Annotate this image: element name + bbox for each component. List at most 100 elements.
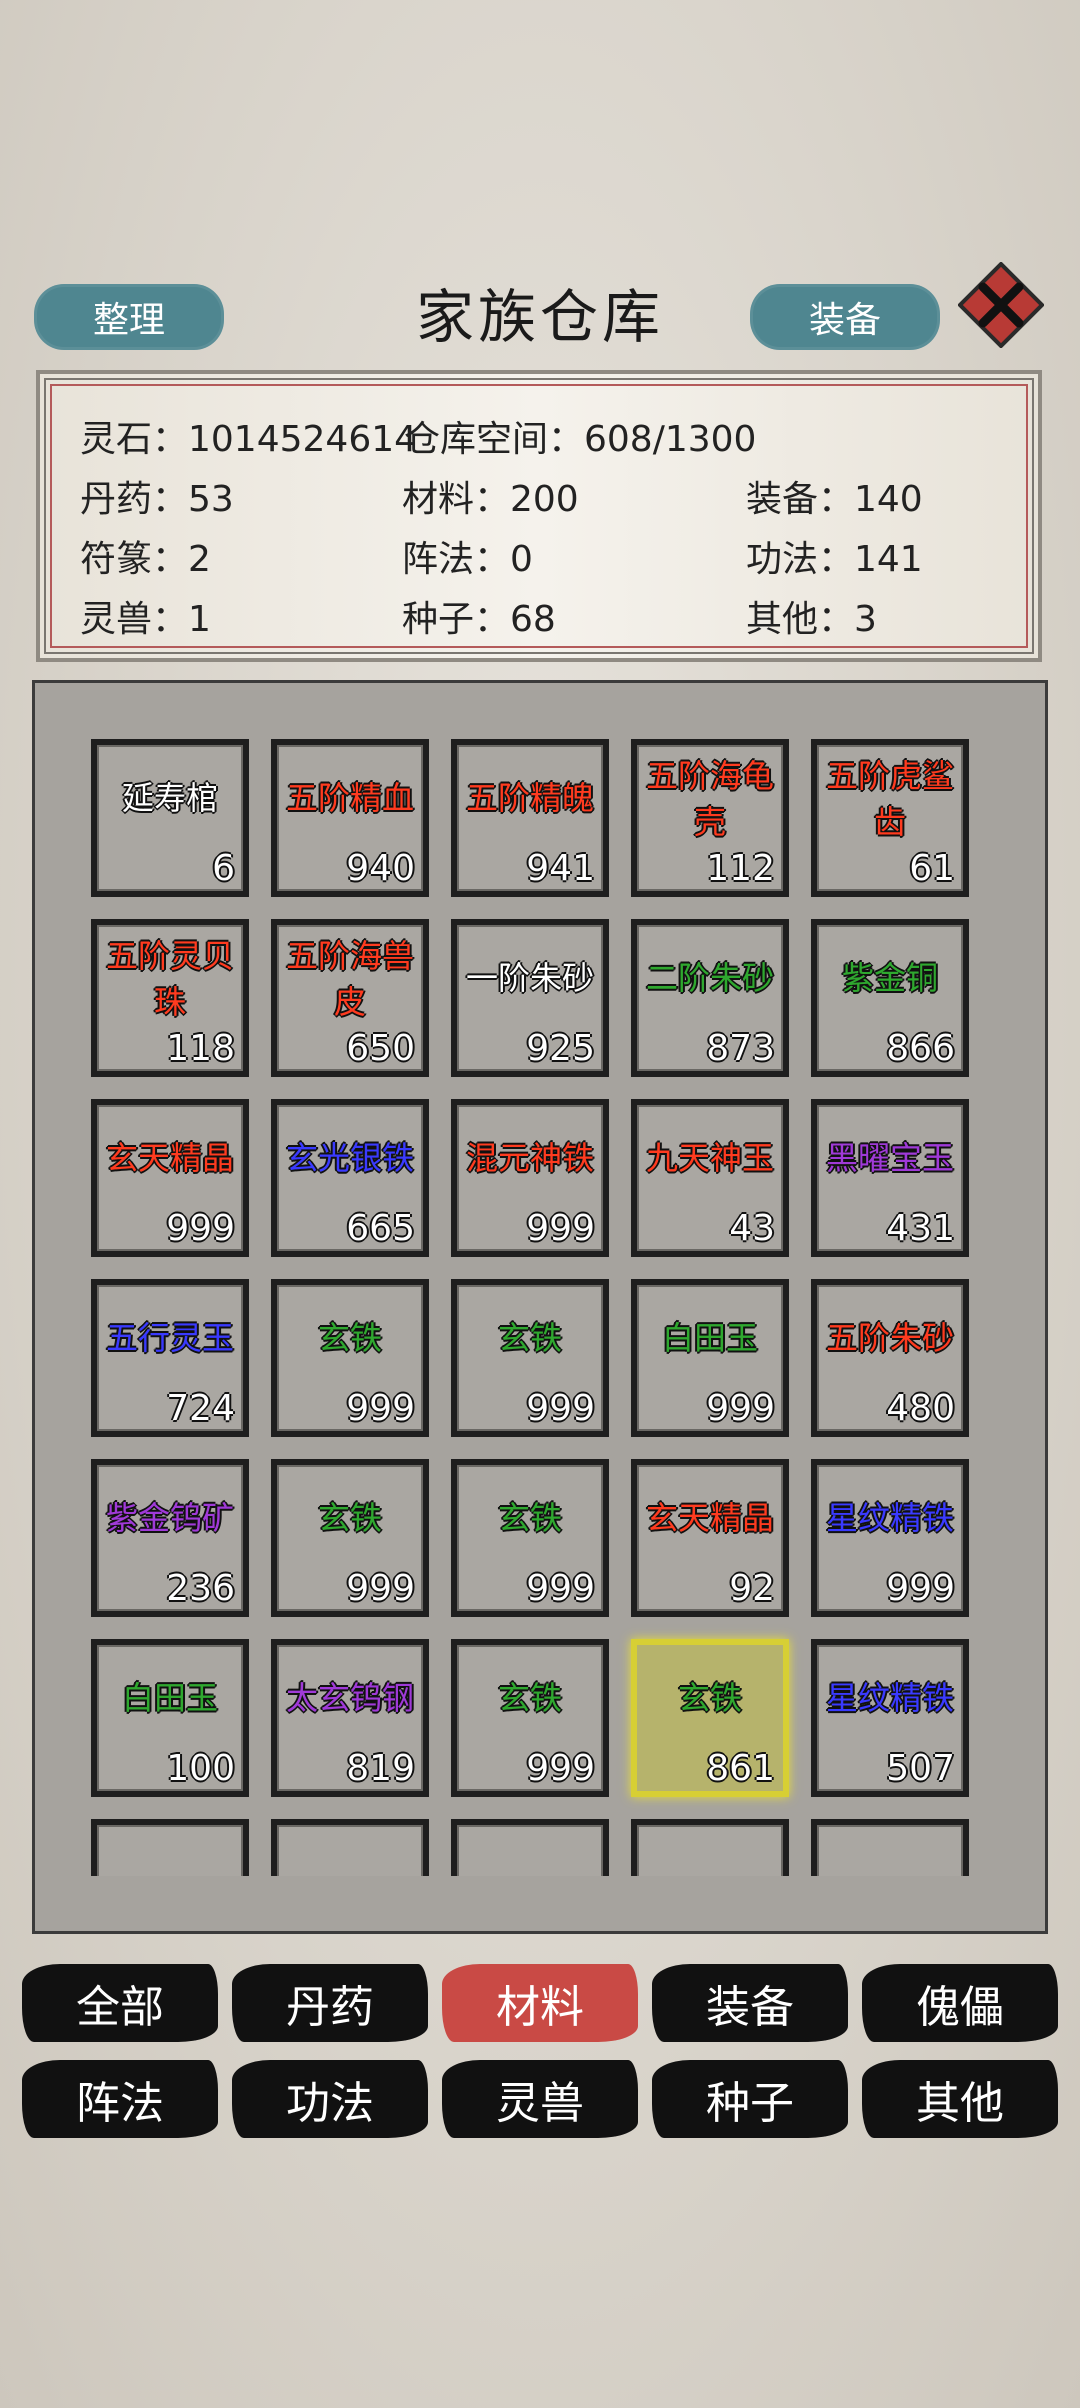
item-name: 五阶海龟壳 (645, 757, 774, 841)
item-grid-panel[interactable]: 延寿棺 6 五阶精血 940 五阶精魄 941 五阶海龟壳 112 五阶虎鲨齿 61 五阶灵贝珠 11… (32, 680, 1048, 1934)
item-name: 五阶精魄 (465, 779, 594, 817)
item-name: 星纹精铁 (825, 1679, 954, 1717)
item-slot[interactable]: 白田玉 100 (91, 1639, 249, 1797)
item-slot[interactable] (631, 1819, 789, 1876)
item-slot[interactable]: 玄铁 999 (451, 1279, 609, 1437)
techniques-count: 功法：141 (746, 539, 923, 580)
item-name: 黑曜宝玉 (825, 1139, 954, 1177)
tab-1[interactable]: 全部 (22, 1964, 218, 2042)
tab-7[interactable]: 功法 (232, 2060, 428, 2138)
storage-info-panel: 灵石：1014524614 仓库空间：608/1300 丹药：53 材料：200… (36, 370, 1042, 662)
item-name: 五行灵玉 (105, 1319, 234, 1357)
item-quantity: 665 (346, 1208, 415, 1249)
item-slot[interactable]: 玄光银铁 665 (271, 1099, 429, 1257)
item-name: 玄天精晶 (645, 1499, 774, 1537)
item-quantity: 431 (886, 1208, 955, 1249)
item-slot[interactable]: 玄天精晶 92 (631, 1459, 789, 1617)
item-quantity: 941 (526, 848, 595, 889)
item-slot[interactable]: 星纹精铁 999 (811, 1459, 969, 1617)
item-slot[interactable]: 五阶海兽皮 650 (271, 919, 429, 1077)
item-quantity: 650 (346, 1028, 415, 1069)
item-quantity: 999 (346, 1568, 415, 1609)
item-quantity: 819 (346, 1748, 415, 1789)
item-slot[interactable]: 一阶朱砂 925 (451, 919, 609, 1077)
item-slot[interactable] (451, 1819, 609, 1876)
formations-count: 阵法：0 (402, 539, 533, 580)
seeds-count: 种子：68 (402, 599, 556, 640)
item-slot[interactable] (91, 1819, 249, 1876)
item-slot[interactable] (271, 1819, 429, 1876)
tab-3[interactable]: 材料 (442, 1964, 638, 2042)
item-name: 紫金铜 (841, 959, 938, 997)
close-button[interactable] (957, 261, 1045, 349)
equipment-button[interactable]: 装备 (750, 284, 940, 350)
item-slot[interactable]: 星纹精铁 507 (811, 1639, 969, 1797)
item-name: 玄铁 (497, 1679, 562, 1717)
item-slot[interactable]: 玄铁 999 (271, 1459, 429, 1617)
item-slot[interactable]: 紫金钨矿 236 (91, 1459, 249, 1617)
item-name: 紫金钨矿 (105, 1499, 234, 1537)
item-name: 玄铁 (677, 1679, 742, 1717)
item-name: 白田玉 (121, 1679, 218, 1717)
item-quantity: 925 (526, 1028, 595, 1069)
item-slot[interactable]: 混元神铁 999 (451, 1099, 609, 1257)
tab-9[interactable]: 种子 (652, 2060, 848, 2138)
item-slot[interactable]: 五阶精血 940 (271, 739, 429, 897)
item-name: 玄天精晶 (105, 1139, 234, 1177)
item-slot[interactable]: 九天神玉 43 (631, 1099, 789, 1257)
item-name: 玄铁 (317, 1319, 382, 1357)
item-quantity: 999 (166, 1208, 235, 1249)
item-quantity: 999 (346, 1388, 415, 1429)
tab-4[interactable]: 装备 (652, 1964, 848, 2042)
item-slot[interactable]: 玄铁 999 (451, 1459, 609, 1617)
others-count: 其他：3 (746, 599, 877, 640)
item-slot[interactable]: 黑曜宝玉 431 (811, 1099, 969, 1257)
close-x-icon (957, 261, 1045, 349)
item-name: 太玄钨钢 (285, 1679, 414, 1717)
item-quantity: 999 (526, 1388, 595, 1429)
item-grid[interactable]: 延寿棺 6 五阶精血 940 五阶精魄 941 五阶海龟壳 112 五阶虎鲨齿 61 五阶灵贝珠 11… (91, 739, 1021, 1876)
item-slot[interactable] (811, 1819, 969, 1876)
item-name: 白田玉 (661, 1319, 758, 1357)
item-slot[interactable]: 五阶精魄 941 (451, 739, 609, 897)
item-slot[interactable]: 五阶灵贝珠 118 (91, 919, 249, 1077)
item-slot[interactable]: 五阶海龟壳 112 (631, 739, 789, 897)
item-quantity: 236 (166, 1568, 235, 1609)
item-name: 九天神玉 (645, 1139, 774, 1177)
storage-capacity: 仓库空间：608/1300 (404, 419, 757, 460)
item-slot[interactable]: 玄天精晶 999 (91, 1099, 249, 1257)
item-slot[interactable]: 玄铁 861 (631, 1639, 789, 1797)
page-title: 家族仓库 (415, 283, 664, 351)
item-name: 二阶朱砂 (645, 959, 774, 997)
item-quantity: 999 (526, 1568, 595, 1609)
item-quantity: 61 (909, 848, 955, 889)
item-slot[interactable]: 太玄钨钢 819 (271, 1639, 429, 1797)
item-slot[interactable]: 二阶朱砂 873 (631, 919, 789, 1077)
sort-button[interactable]: 整理 (34, 284, 224, 350)
item-quantity: 6 (212, 848, 235, 889)
item-name: 玄铁 (497, 1319, 562, 1357)
item-quantity: 999 (526, 1748, 595, 1789)
materials-count: 材料：200 (402, 479, 579, 520)
item-slot[interactable]: 延寿棺 6 (91, 739, 249, 897)
item-quantity: 112 (706, 848, 775, 889)
pills-count: 丹药：53 (80, 479, 234, 520)
item-slot[interactable]: 白田玉 999 (631, 1279, 789, 1437)
item-name: 一阶朱砂 (465, 959, 594, 997)
tab-6[interactable]: 阵法 (22, 2060, 218, 2138)
item-slot[interactable]: 玄铁 999 (271, 1279, 429, 1437)
item-slot[interactable]: 五阶虎鲨齿 61 (811, 739, 969, 897)
item-slot[interactable]: 玄铁 999 (451, 1639, 609, 1797)
item-name: 五阶朱砂 (825, 1319, 954, 1357)
tab-2[interactable]: 丹药 (232, 1964, 428, 2042)
item-quantity: 507 (886, 1748, 955, 1789)
tab-8[interactable]: 灵兽 (442, 2060, 638, 2138)
tab-10[interactable]: 其他 (862, 2060, 1058, 2138)
item-quantity: 724 (166, 1388, 235, 1429)
item-slot[interactable]: 五行灵玉 724 (91, 1279, 249, 1437)
spirit-stone-count: 灵石：1014524614 (80, 419, 418, 460)
item-slot[interactable]: 紫金铜 866 (811, 919, 969, 1077)
item-name: 五阶虎鲨齿 (825, 757, 954, 841)
item-slot[interactable]: 五阶朱砂 480 (811, 1279, 969, 1437)
tab-5[interactable]: 傀儡 (862, 1964, 1058, 2042)
